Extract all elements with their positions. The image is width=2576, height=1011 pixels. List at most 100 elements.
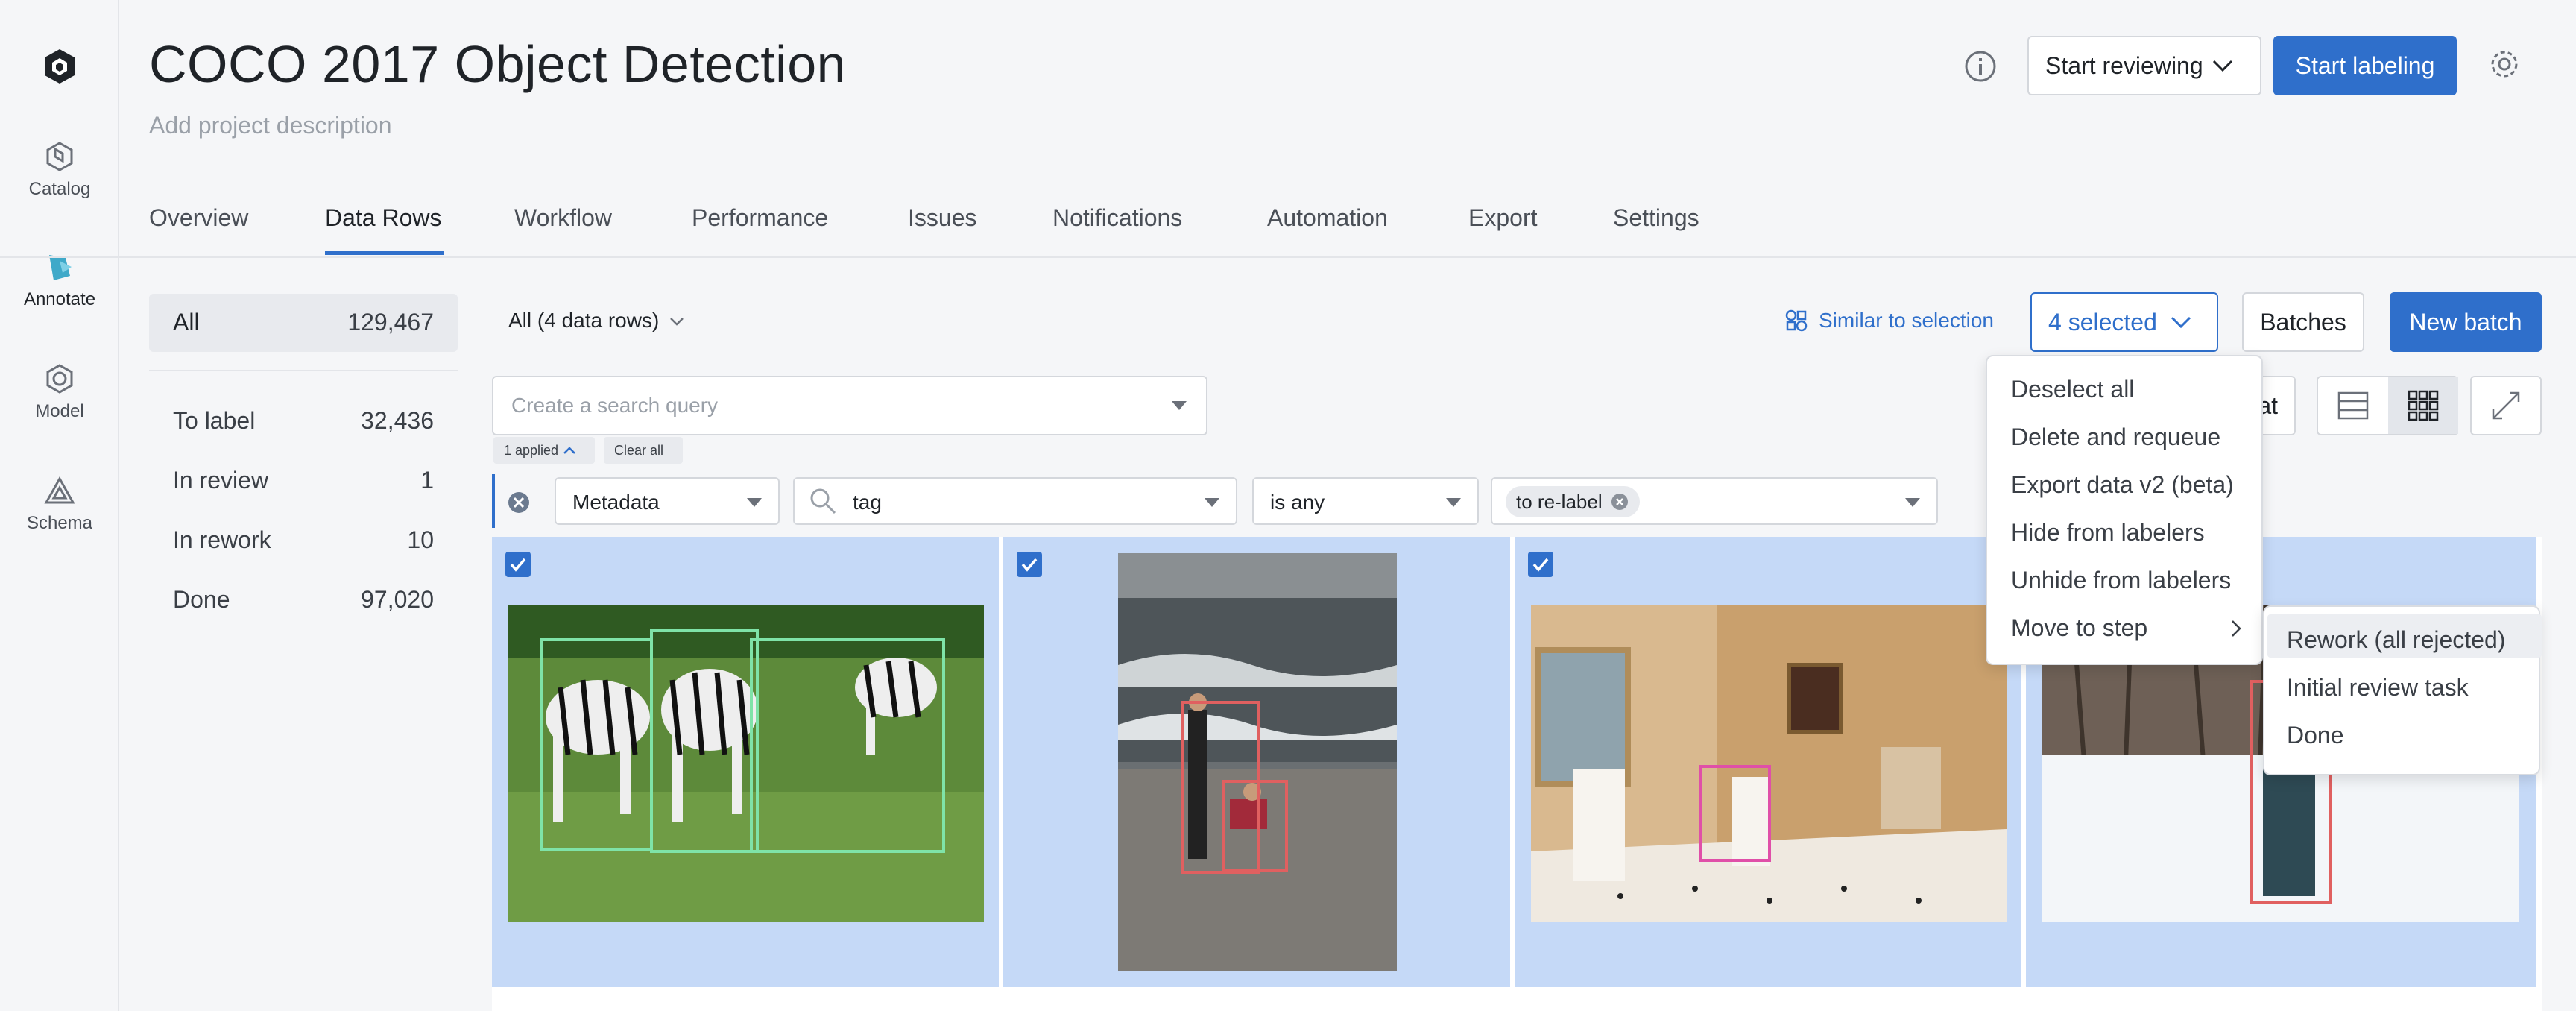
rail-item-annotate[interactable]: Annotate bbox=[0, 251, 119, 310]
filters-applied-toggle[interactable]: 1 applied bbox=[493, 437, 595, 464]
tab-notifications[interactable]: Notifications bbox=[1052, 204, 1182, 232]
stat-divider bbox=[149, 370, 458, 371]
filter-value-select[interactable]: to re-label bbox=[1491, 477, 1938, 525]
start-reviewing-label: Start reviewing bbox=[2045, 51, 2203, 79]
remove-chip-icon[interactable] bbox=[1610, 492, 1629, 511]
fullscreen-button[interactable] bbox=[2470, 376, 2542, 435]
stat-label: In rework bbox=[173, 526, 271, 553]
chevron-down-icon bbox=[670, 318, 684, 326]
catalog-icon bbox=[46, 142, 73, 171]
caret-down-icon bbox=[1446, 498, 1461, 507]
grid-view-icon bbox=[2408, 390, 2439, 421]
left-rail: Catalog Annotate Model Schema bbox=[0, 0, 119, 1011]
info-icon[interactable] bbox=[1963, 49, 1998, 84]
gear-icon[interactable] bbox=[2487, 46, 2522, 82]
stat-label: In review bbox=[173, 467, 269, 494]
project-description-field[interactable]: Add project description bbox=[149, 112, 392, 139]
submenu-item-initial-review[interactable]: Initial review task bbox=[2287, 674, 2469, 702]
stat-label: Done bbox=[173, 586, 230, 613]
rail-label-model: Model bbox=[35, 401, 84, 421]
remove-filter-icon[interactable] bbox=[507, 491, 531, 514]
stat-all-value: 129,467 bbox=[347, 309, 434, 336]
stat-all-label: All bbox=[173, 309, 200, 336]
filter-value-chip[interactable]: to re-label bbox=[1506, 486, 1640, 517]
data-row-tile[interactable] bbox=[1515, 537, 2021, 987]
beach-image bbox=[1118, 553, 1397, 971]
labelbox-logo-icon[interactable] bbox=[43, 48, 76, 85]
bathroom-picture bbox=[1531, 605, 2007, 922]
bathroom-image bbox=[1531, 605, 2007, 922]
bounding-box[interactable] bbox=[750, 638, 945, 853]
bounding-box[interactable] bbox=[1222, 780, 1288, 872]
move-to-step-label: Move to step bbox=[2011, 614, 2148, 641]
stat-label: To label bbox=[173, 407, 256, 434]
filter-row-accent bbox=[492, 474, 495, 528]
menu-item-hide-from-labelers[interactable]: Hide from labelers bbox=[2011, 519, 2205, 547]
stat-value: 1 bbox=[420, 467, 434, 494]
menu-item-export-v2[interactable]: Export data v2 (beta) bbox=[2011, 471, 2234, 499]
stat-all[interactable]: All 129,467 bbox=[149, 294, 458, 352]
row-checkbox[interactable] bbox=[1017, 552, 1042, 577]
new-batch-button[interactable]: New batch bbox=[2390, 292, 2542, 352]
search-icon bbox=[810, 488, 836, 514]
tab-export[interactable]: Export bbox=[1468, 204, 1537, 232]
search-input[interactable]: Create a search query bbox=[492, 376, 1208, 435]
row-checkbox[interactable] bbox=[1528, 552, 1553, 577]
filter-key-value: tag bbox=[853, 491, 882, 514]
start-labeling-button[interactable]: Start labeling bbox=[2273, 36, 2457, 95]
caret-down-icon bbox=[1905, 498, 1920, 507]
tab-data-rows[interactable]: Data Rows bbox=[325, 204, 442, 232]
checkmark-icon bbox=[1532, 558, 1549, 572]
tab-performance[interactable]: Performance bbox=[692, 204, 828, 232]
submenu-item-done[interactable]: Done bbox=[2287, 722, 2344, 749]
chevron-right-icon bbox=[2232, 620, 2241, 637]
similar-label: Similar to selection bbox=[1819, 309, 1994, 332]
filter-operator-select[interactable]: is any bbox=[1252, 477, 1479, 525]
data-row-tile[interactable] bbox=[492, 537, 999, 987]
checkmark-icon bbox=[1021, 558, 1038, 572]
caret-down-icon bbox=[1205, 498, 1219, 507]
tab-automation[interactable]: Automation bbox=[1267, 204, 1388, 232]
filter-field-select[interactable]: Metadata bbox=[555, 477, 780, 525]
row-checkbox[interactable] bbox=[505, 552, 531, 577]
start-reviewing-button[interactable]: Start reviewing bbox=[2027, 36, 2261, 95]
search-caret-icon bbox=[1172, 401, 1187, 410]
submenu-item-rework[interactable]: Rework (all rejected) bbox=[2287, 626, 2505, 654]
tab-issues[interactable]: Issues bbox=[908, 204, 976, 232]
selection-actions-menu: Deselect all Delete and requeue Export d… bbox=[1986, 355, 2263, 665]
bounding-box[interactable] bbox=[650, 629, 759, 853]
tab-workflow[interactable]: Workflow bbox=[514, 204, 612, 232]
bounding-box[interactable] bbox=[540, 638, 653, 851]
schema-icon bbox=[44, 476, 75, 504]
chevron-up-icon bbox=[564, 447, 575, 454]
app-root: Catalog Annotate Model Schema COCO 2017 … bbox=[0, 0, 2576, 1011]
selected-dropdown-button[interactable]: 4 selected bbox=[2030, 292, 2218, 352]
batches-button[interactable]: Batches bbox=[2242, 292, 2364, 352]
stat-value: 97,020 bbox=[361, 586, 434, 613]
checkmark-icon bbox=[510, 558, 526, 572]
menu-item-deselect-all[interactable]: Deselect all bbox=[2011, 376, 2134, 403]
selected-label: 4 selected bbox=[2048, 308, 2157, 336]
similarity-icon bbox=[1785, 309, 1808, 332]
rail-item-model[interactable]: Model bbox=[0, 362, 119, 422]
menu-item-unhide-from-labelers[interactable]: Unhide from labelers bbox=[2011, 567, 2231, 594]
clear-all-button[interactable]: Clear all bbox=[604, 437, 683, 464]
tab-overview[interactable]: Overview bbox=[149, 204, 248, 232]
grid-view-button[interactable] bbox=[2388, 377, 2458, 434]
menu-item-move-to-step[interactable]: Move to step bbox=[2011, 614, 2242, 642]
filter-field-value: Metadata bbox=[572, 491, 660, 514]
rail-item-schema[interactable]: Schema bbox=[0, 474, 119, 534]
list-view-button[interactable] bbox=[2318, 377, 2388, 434]
menu-item-delete-requeue[interactable]: Delete and requeue bbox=[2011, 423, 2220, 451]
list-view-icon bbox=[2337, 391, 2369, 420]
search-placeholder: Create a search query bbox=[511, 394, 719, 417]
scope-label: All (4 data rows) bbox=[508, 309, 660, 332]
chevron-down-icon bbox=[2171, 316, 2191, 329]
bounding-box[interactable] bbox=[1699, 765, 1771, 862]
similar-to-selection-button[interactable]: Similar to selection bbox=[1784, 309, 1994, 333]
scope-dropdown[interactable]: All (4 data rows) bbox=[508, 309, 684, 333]
tab-settings[interactable]: Settings bbox=[1613, 204, 1699, 232]
data-row-tile[interactable] bbox=[1003, 537, 1510, 987]
filter-key-select[interactable]: tag bbox=[793, 477, 1237, 525]
stat-value: 32,436 bbox=[361, 407, 434, 434]
